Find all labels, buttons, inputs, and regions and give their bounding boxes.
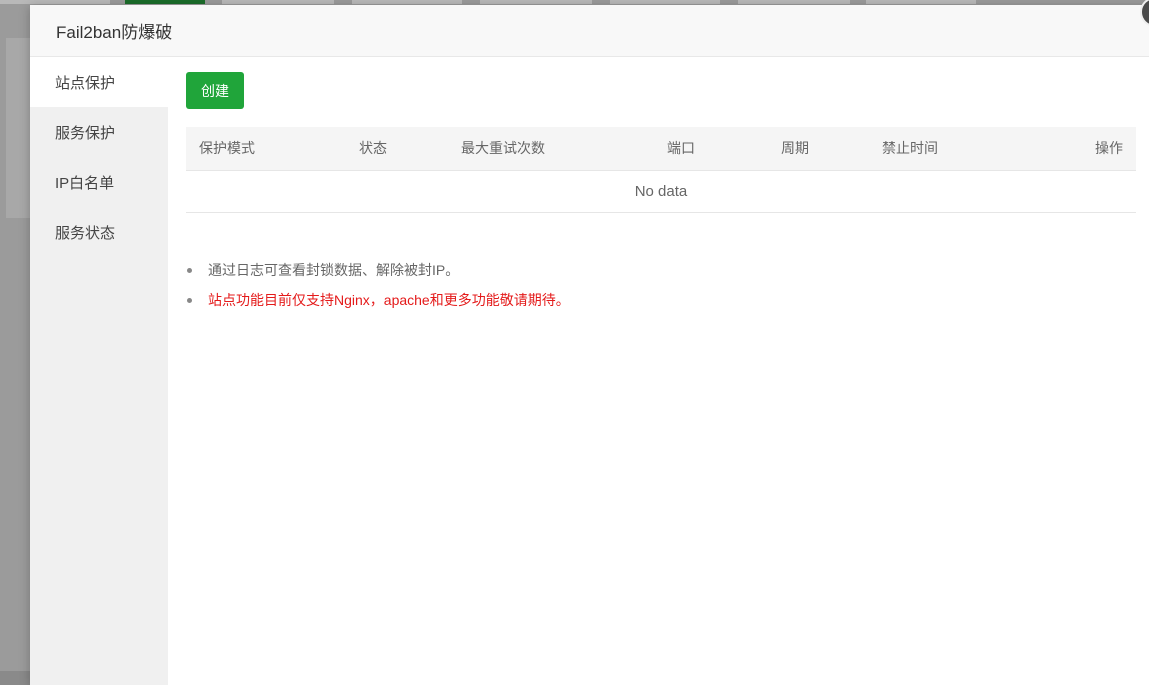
- background-tab: [480, 0, 592, 4]
- background-tab: [352, 0, 462, 4]
- background-tab: [0, 0, 110, 4]
- sidebar-item-service-status[interactable]: 服务状态: [30, 207, 168, 257]
- sidebar-item-service-protection[interactable]: 服务保护: [30, 107, 168, 157]
- column-header-max-retry[interactable]: 最大重试次数: [448, 127, 628, 170]
- main-content: 创建 保护模式 状态 最大重试次数 端口 周期 禁止时间 操作 No data …: [168, 57, 1149, 685]
- table-header-row: 保护模式 状态 最大重试次数 端口 周期 禁止时间 操作: [186, 127, 1136, 170]
- sidebar-item-label: 服务状态: [55, 224, 116, 242]
- protection-table: 保护模式 状态 最大重试次数 端口 周期 禁止时间 操作 No data: [186, 127, 1136, 213]
- column-header-port[interactable]: 端口: [628, 127, 708, 170]
- background-tab: [738, 0, 850, 4]
- dialog-title: Fail2ban防爆破: [56, 23, 173, 42]
- sidebar-item-site-protection[interactable]: 站点保护: [30, 57, 168, 107]
- sidebar-item-label: IP白名单: [55, 174, 115, 192]
- create-button[interactable]: 创建: [186, 72, 244, 109]
- background-tab: [610, 0, 720, 4]
- sidebar-item-ip-whitelist[interactable]: IP白名单: [30, 157, 168, 207]
- tip-item-warning: 站点功能目前仅支持Nginx，apache和更多功能敬请期待。: [186, 285, 1142, 315]
- column-header-actions: 操作: [1095, 140, 1123, 157]
- table-empty-row: No data: [186, 170, 1136, 212]
- sidebar: 站点保护 服务保护 IP白名单 服务状态: [30, 57, 168, 685]
- background-tab: [866, 0, 976, 4]
- table-empty-text: No data: [634, 182, 688, 200]
- tips-list: 通过日志可查看封锁数据、解除被封IP。 站点功能目前仅支持Nginx，apach…: [186, 255, 1142, 315]
- column-header-mode[interactable]: 保护模式: [186, 127, 346, 170]
- sidebar-item-label: 服务保护: [55, 124, 116, 142]
- dialog-header: Fail2ban防爆破: [30, 5, 1149, 57]
- column-header-status[interactable]: 状态: [346, 127, 448, 170]
- column-header-ban-time[interactable]: 禁止时间: [822, 127, 1042, 170]
- sidebar-item-label: 站点保护: [55, 74, 116, 92]
- dialog-body: 站点保护 服务保护 IP白名单 服务状态 创建 保护模式 状态 最大重试次数 端…: [30, 57, 1149, 685]
- column-header-period[interactable]: 周期: [708, 127, 822, 170]
- fail2ban-dialog: Fail2ban防爆破 × 站点保护 服务保护 IP白名单 服务状态 创建 保护…: [30, 0, 1149, 685]
- background-tab: [222, 0, 334, 4]
- tip-item: 通过日志可查看封锁数据、解除被封IP。: [186, 255, 1142, 285]
- background-tab-active: [125, 0, 205, 4]
